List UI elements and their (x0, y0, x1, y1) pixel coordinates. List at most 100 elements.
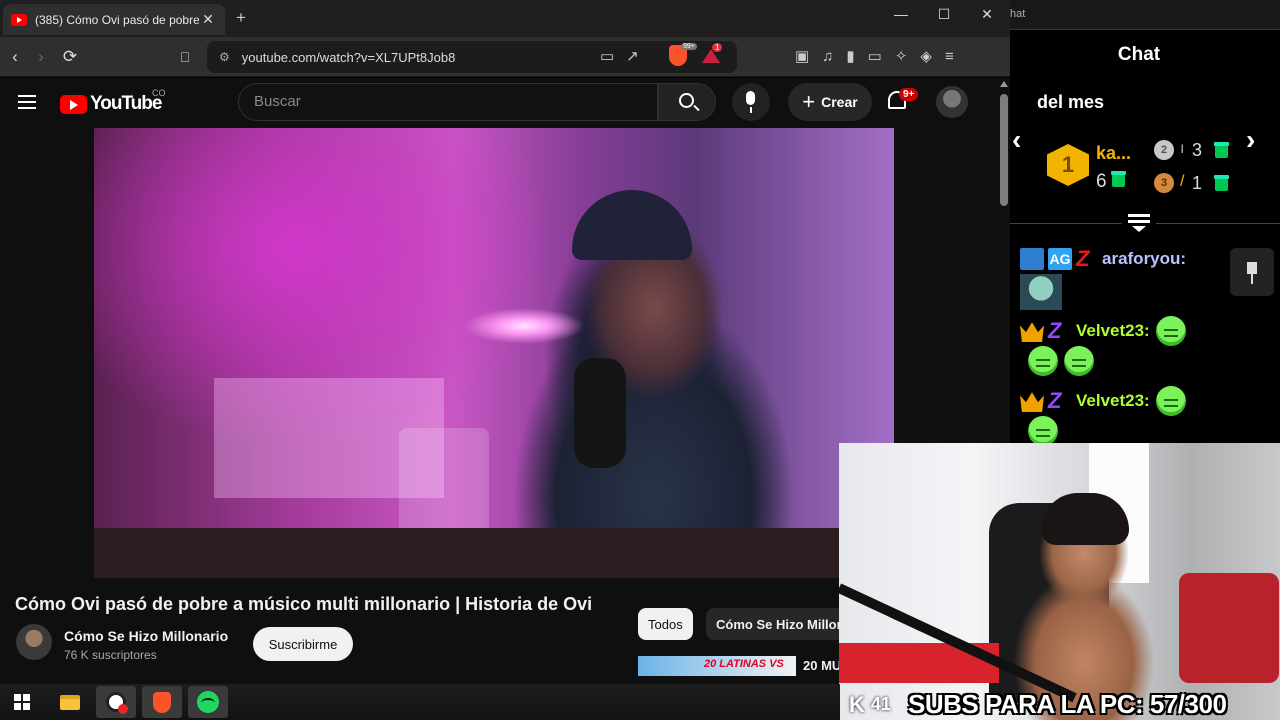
ghost-emote-icon (1020, 274, 1062, 310)
back-button[interactable]: ‹ (4, 47, 26, 67)
divider-line (1010, 223, 1122, 224)
gift-icon (1214, 142, 1229, 158)
green-face-emote-icon (1155, 386, 1186, 416)
browser-toolbar: ‹ › ⟳ ⎕ ⚙ youtube.com/watch?v=XL7UPt8Job… (0, 37, 1010, 77)
chat-username[interactable]: Velvet23: (1076, 391, 1150, 411)
chat-window-header: hat (1010, 0, 1280, 30)
gift-icon (1110, 171, 1126, 187)
leaderboard-label: del mes (1037, 92, 1105, 112)
chat-panel: Chat del mes ‹ › 1 ka... 6 2 ı 3 3 / 1 A… (1010, 30, 1280, 446)
folder-icon (60, 694, 80, 710)
chat-username[interactable]: araforyou: (1102, 249, 1186, 269)
search-input[interactable]: Buscar (238, 83, 658, 121)
video-player[interactable] (94, 128, 894, 578)
rank-2-medal-icon: 2 (1154, 140, 1174, 160)
menu-icon[interactable] (18, 95, 36, 109)
chip-all[interactable]: Todos (638, 608, 693, 640)
brave-shields-badge: 99+ (681, 43, 697, 50)
url-action-icons[interactable]: ▭↗ (600, 47, 651, 65)
taskbar-obs[interactable] (96, 686, 136, 718)
green-face-emote-icon (1028, 416, 1058, 446)
leader-gift-count: 6 (1096, 171, 1126, 193)
chat-message-emotes (1022, 416, 1058, 446)
toolbar-extension-icons[interactable]: ▣♫▮▭✧◈≡ (795, 47, 967, 65)
new-tab-button[interactable]: + (236, 8, 246, 28)
subscribe-button[interactable]: Suscribirme (253, 627, 353, 661)
scrollbar-thumb[interactable] (1000, 94, 1008, 206)
webcam-red-chair (1179, 573, 1279, 683)
crown-badge-icon (1020, 392, 1044, 412)
browser-tab-youtube[interactable]: (385) Cómo Ovi pasó de pobre a ✕ (3, 4, 225, 35)
spotify-icon (197, 691, 219, 713)
country-code: CO (152, 88, 166, 98)
z-badge-icon: Z (1076, 246, 1090, 271)
subscriber-count: 76 K suscriptores (64, 648, 157, 662)
account-avatar[interactable] (936, 86, 968, 118)
notifications-badge: 9+ (899, 88, 919, 101)
green-face-emote-icon (1155, 316, 1186, 346)
minimize-button[interactable]: — (886, 6, 916, 22)
webcam-streamer-hair (1041, 493, 1129, 545)
divider-line (1156, 223, 1280, 224)
youtube-logo[interactable]: YouTube CO (60, 88, 166, 115)
kick-logo-icon: K (849, 691, 865, 717)
viewer-count: 41 (870, 694, 891, 714)
taskbar-brave[interactable] (142, 686, 182, 718)
bookmark-icon[interactable]: ⎕ (174, 49, 196, 66)
start-button[interactable] (2, 686, 42, 718)
leaderboard-prev-icon[interactable]: ‹ (1012, 124, 1021, 156)
channel-avatar[interactable] (16, 624, 52, 660)
chat-window-title: hat (1010, 8, 1026, 20)
leaderboard-next-icon[interactable]: › (1246, 124, 1255, 156)
subs-goal-text: SUBS PARA LA PC: 57/300 (908, 689, 1227, 719)
related-video-thumbnail[interactable]: 20 LATINAS VS (638, 656, 796, 676)
rank-2-name-truncated: ı (1180, 140, 1185, 157)
reload-button[interactable]: ⟳ (59, 47, 81, 67)
chat-title: Chat (1117, 44, 1161, 65)
video-frame-table (94, 528, 894, 578)
screen: (385) Cómo Ovi pasó de pobre a ✕ + — ☐ ✕… (0, 0, 1280, 720)
chat-message-emotes (1022, 346, 1094, 376)
taskbar-spotify[interactable] (188, 686, 228, 718)
address-bar[interactable]: ⚙ youtube.com/watch?v=XL7UPt8Job8 (207, 41, 737, 73)
youtube-favicon-icon (11, 13, 27, 26)
site-info-icon[interactable]: ⚙ (219, 50, 230, 64)
chat-username[interactable]: Velvet23: (1076, 321, 1150, 341)
close-tab-icon[interactable]: ✕ (199, 11, 217, 28)
leader-count: 6 (1096, 171, 1107, 192)
close-window-button[interactable]: ✕ (972, 6, 1002, 23)
chat-message: Z Velvet23: (1020, 316, 1186, 346)
rank-1-hexagon-icon: 1 (1047, 144, 1089, 186)
leader-name: ka... (1096, 143, 1132, 163)
pin-icon[interactable] (1230, 248, 1274, 296)
create-button[interactable]: + Crear (788, 83, 872, 121)
brave-browser-icon (153, 691, 171, 713)
youtube-play-icon (60, 94, 87, 114)
scroll-up-icon[interactable] (1000, 81, 1008, 87)
gift-icon (1214, 175, 1229, 191)
chat-message: Z Velvet23: (1020, 386, 1186, 416)
rank-2-count: 3 (1192, 140, 1203, 160)
taskbar-file-explorer[interactable] (50, 686, 90, 718)
browser-tab-bar: (385) Cómo Ovi pasó de pobre a ✕ + — ☐ ✕ (0, 0, 1010, 37)
url-text: youtube.com/watch?v=XL7UPt8Job8 (241, 49, 456, 65)
plus-icon: + (802, 89, 816, 114)
search-button[interactable] (658, 83, 716, 121)
video-title: Cómo Ovi pasó de pobre a músico multi mi… (15, 594, 593, 614)
rank-3-medal-icon: 3 (1154, 173, 1174, 193)
voice-search-button[interactable] (732, 83, 770, 121)
collapse-leaderboard-icon[interactable] (1128, 214, 1150, 234)
chip-channel[interactable]: Cómo Se Hizo Millonario (706, 608, 846, 640)
related-video-title[interactable]: 20 MU (803, 658, 841, 673)
windows-logo-icon (14, 694, 30, 710)
rank-3-count: 1 (1192, 173, 1203, 193)
windows-taskbar (0, 684, 840, 720)
green-face-emote-icon (1064, 346, 1094, 376)
crown-badge-icon (1020, 322, 1044, 342)
maximize-button[interactable]: ☐ (929, 6, 959, 23)
green-face-emote-icon (1028, 346, 1058, 376)
channel-name[interactable]: Cómo Se Hizo Millonario (64, 628, 228, 644)
search-icon (679, 93, 694, 108)
chat-message: AG Z araforyou: (1020, 248, 1186, 270)
forward-button[interactable]: › (30, 47, 52, 67)
